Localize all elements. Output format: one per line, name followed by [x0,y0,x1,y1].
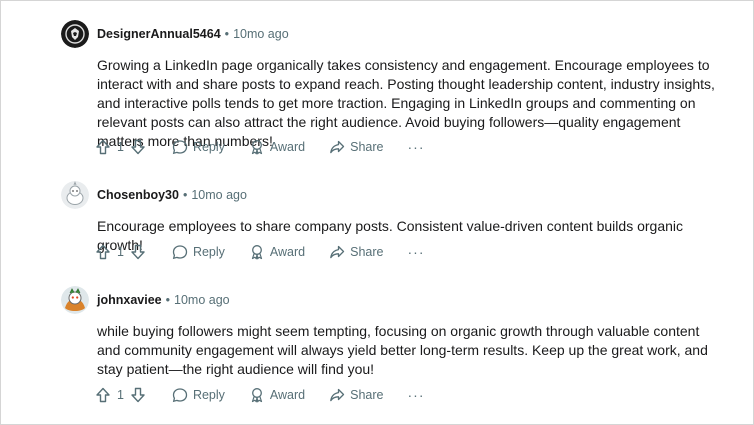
share-label: Share [350,388,384,402]
upvote-icon[interactable] [95,244,111,260]
downvote-icon[interactable] [130,244,146,260]
comment-body: while buying followers might seem tempti… [97,323,708,377]
user-avatar-icon [61,181,89,209]
timestamp[interactable]: 10mo ago [191,188,247,202]
reply-label: Reply [192,388,225,402]
share-button[interactable]: Share [329,387,384,403]
share-label: Share [350,245,384,259]
author-name[interactable]: Chosenboy30 [97,188,179,202]
meta-separator: • [224,27,230,41]
award-button[interactable]: Award [249,387,305,403]
share-button[interactable]: Share [329,139,384,155]
downvote-icon[interactable] [130,387,146,403]
timestamp[interactable]: 10mo ago [174,293,230,307]
share-button[interactable]: Share [329,244,384,260]
upvote-icon[interactable] [95,139,111,155]
reply-button[interactable]: Reply [172,244,225,260]
comment-actions: 1 Reply Award Share ··· [95,242,425,262]
share-label: Share [350,140,384,154]
vote-group: 1 [95,244,146,260]
author-name[interactable]: johnxaviee [97,293,162,307]
comment-meta: Chosenboy30 • 10mo ago [97,187,247,203]
user-avatar-icon [61,20,89,48]
reply-label: Reply [192,245,225,259]
speech-bubble-icon [172,139,188,155]
more-options-icon[interactable]: ··· [408,139,425,155]
vote-group: 1 [95,139,146,155]
award-label: Award [269,245,306,259]
reply-label: Reply [192,140,225,154]
more-options-icon[interactable]: ··· [408,244,425,260]
speech-bubble-icon [172,244,188,260]
upvote-icon[interactable] [95,387,111,403]
award-medal-icon [249,387,265,403]
comment-actions: 1 Reply Award Share ··· [95,137,425,157]
user-avatar-icon [61,286,89,314]
award-label: Award [269,140,306,154]
reply-button[interactable]: Reply [172,387,225,403]
vote-count: 1 [117,388,124,402]
meta-separator: • [165,293,171,307]
award-medal-icon [249,244,265,260]
meta-separator: • [182,188,188,202]
comment-meta: DesignerAnnual5464 • 10mo ago [97,26,289,42]
award-button[interactable]: Award [249,139,305,155]
award-button[interactable]: Award [249,244,305,260]
more-options-icon[interactable]: ··· [408,387,425,403]
award-label: Award [269,388,306,402]
avatar[interactable] [61,181,89,209]
vote-group: 1 [95,387,146,403]
downvote-icon[interactable] [130,139,146,155]
avatar[interactable] [61,20,89,48]
reply-button[interactable]: Reply [172,139,225,155]
timestamp[interactable]: 10mo ago [233,27,289,41]
comment-thread: DesignerAnnual5464 • 10mo ago Growing a Li… [0,0,754,425]
vote-count: 1 [117,245,124,259]
share-arrow-icon [329,244,345,260]
comment-actions: 1 Reply Award Share ··· [95,385,425,405]
speech-bubble-icon [172,387,188,403]
share-arrow-icon [329,139,345,155]
comment-meta: johnxaviee • 10mo ago [97,292,230,308]
award-medal-icon [249,139,265,155]
avatar[interactable] [61,286,89,314]
share-arrow-icon [329,387,345,403]
author-name[interactable]: DesignerAnnual5464 [97,27,221,41]
vote-count: 1 [117,140,124,154]
